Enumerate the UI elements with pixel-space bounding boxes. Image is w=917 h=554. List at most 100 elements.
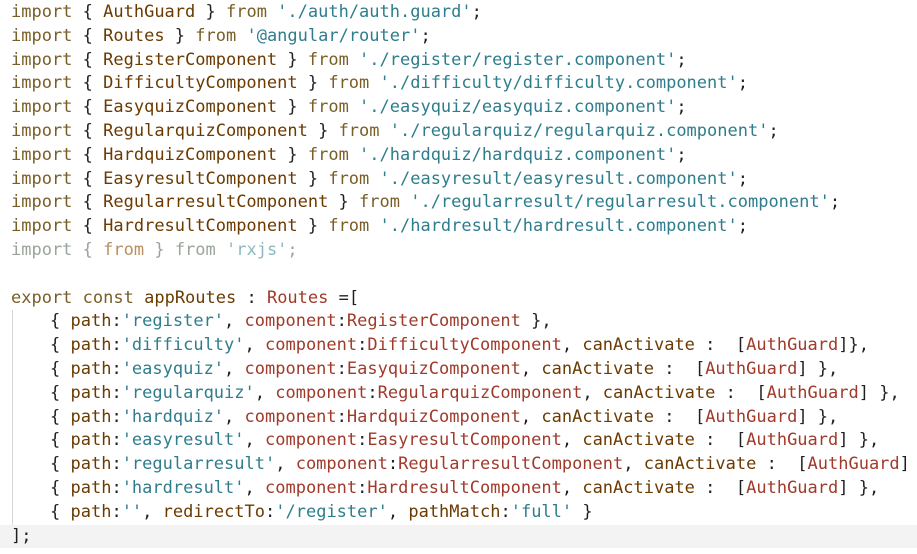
- code-line[interactable]: { path:'hardresult', component:Hardresul…: [0, 476, 917, 501]
- bracket-open: [: [735, 335, 747, 356]
- from-keyword: from: [328, 168, 370, 189]
- brace-close: }: [328, 192, 360, 213]
- import-keyword: import: [11, 25, 73, 46]
- code-line[interactable]: ​: [0, 263, 917, 287]
- module-path: './regularresult/regularresult.component…: [399, 192, 830, 213]
- code-line[interactable]: { path:'register', component:RegisterCom…: [0, 310, 917, 335]
- colon: :: [111, 501, 122, 522]
- variable-name: appRoutes: [144, 287, 237, 308]
- code-line[interactable]: { path:'regularresult', component:Regula…: [0, 453, 917, 477]
- code-line[interactable]: import { HardresultComponent } from './h…: [0, 215, 917, 239]
- code-line[interactable]: { path:'easyquiz', component:EasyquizCom…: [0, 357, 917, 382]
- import-keyword: import: [11, 97, 73, 118]
- colon: :: [357, 430, 368, 451]
- semicolon: ;: [768, 120, 779, 141]
- brace-open: {: [72, 168, 104, 189]
- colon: :: [653, 406, 695, 427]
- code-line[interactable]: import { DifficultyComponent } from './d…: [0, 72, 917, 96]
- bracket-close: ]: [838, 477, 849, 498]
- brace-open: {: [50, 335, 71, 356]
- code-line[interactable]: import { RegisterComponent } from './reg…: [0, 49, 917, 73]
- code-line[interactable]: { path:'difficulty', component:Difficult…: [0, 334, 917, 358]
- module-path: './hardquiz/hardquiz.component': [348, 144, 677, 165]
- comma: ,: [275, 454, 296, 475]
- from-keyword: from: [328, 73, 370, 94]
- bracket-open: [: [756, 382, 767, 403]
- component-value: RegularquizComponent: [377, 382, 583, 403]
- colon: :: [336, 311, 347, 332]
- comma: ,: [224, 311, 245, 332]
- brace-open: {: [50, 382, 71, 403]
- semicolon: ;: [420, 25, 431, 46]
- brace-open: {: [50, 406, 71, 427]
- semicolon: ;: [471, 2, 482, 22]
- semicolon: ;: [676, 144, 687, 165]
- from-keyword: from: [307, 97, 349, 118]
- guard-value: AuthGuard: [807, 454, 900, 475]
- code-line[interactable]: { path:'hardquiz', component:HardquizCom…: [0, 405, 917, 430]
- import-keyword: import: [11, 192, 73, 213]
- path-value: 'difficulty': [121, 335, 245, 356]
- comma: ,: [561, 335, 583, 356]
- brace-close: }: [572, 501, 593, 522]
- from-keyword: from: [338, 120, 380, 141]
- brace-open: {: [72, 120, 104, 141]
- code-line[interactable]: import { from } from 'rxjs';: [0, 239, 917, 263]
- code-line[interactable]: { path:'regularquiz', component:Regularq…: [0, 381, 917, 406]
- bracket-close: ]: [858, 382, 869, 403]
- bracket-close: ]: [797, 406, 808, 427]
- type-name: Routes: [266, 287, 329, 308]
- code-editor[interactable]: import { AuthGuard } from './auth/auth.g…: [0, 0, 917, 554]
- brace-close: }: [164, 25, 196, 46]
- module-path: '@angular/router': [236, 25, 421, 46]
- code-line[interactable]: import { AuthGuard } from './auth/auth.g…: [0, 1, 917, 25]
- brace-close: }: [297, 168, 329, 189]
- bracket-close: ]: [797, 358, 808, 379]
- from-keyword: from: [225, 2, 267, 22]
- pathmatch-value: 'full': [510, 501, 573, 522]
- code-line[interactable]: { path:'easyresult', component:Easyresul…: [0, 429, 917, 454]
- import-keyword: import: [11, 120, 73, 141]
- component-value: EasyresultComponent: [367, 430, 562, 451]
- module-path: './auth/auth.guard': [266, 2, 472, 22]
- comma: ,: [387, 501, 409, 522]
- code-line[interactable]: import { RegularresultComponent } from '…: [0, 191, 917, 215]
- colon: :: [336, 406, 347, 427]
- indent-guide: [12, 500, 13, 525]
- semicolon: ;: [829, 192, 841, 213]
- canactivate-key: canActivate: [582, 335, 695, 356]
- import-keyword: import: [11, 73, 73, 94]
- imported-symbol: EasyquizComponent: [103, 97, 278, 118]
- brace-close: }: [277, 49, 308, 70]
- imported-symbol: HardquizComponent: [103, 144, 278, 165]
- module-path: './easyresult/easyresult.component': [369, 168, 738, 189]
- colon: :: [336, 358, 347, 379]
- code-line[interactable]: { path:'', redirectTo:'/register', pathM…: [0, 500, 917, 525]
- code-line[interactable]: import { Routes } from '@angular/router'…: [0, 25, 917, 49]
- code-line[interactable]: export const appRoutes : Routes =[: [0, 287, 917, 311]
- bracket-close: ]: [838, 430, 849, 451]
- canactivate-key: canActivate: [643, 454, 757, 475]
- indent-guide: [12, 476, 13, 501]
- code-line[interactable]: import { EasyresultComponent } from './e…: [0, 168, 917, 192]
- path-key: path: [70, 358, 112, 379]
- colon: :: [111, 311, 122, 332]
- code-line[interactable]: ];: [0, 524, 917, 549]
- brace-close: },: [848, 335, 869, 356]
- from-keyword: from: [359, 192, 400, 213]
- code-line[interactable]: import { EasyquizComponent } from './eas…: [0, 96, 917, 120]
- indent-guide: [12, 429, 13, 454]
- component-value: HardquizComponent: [346, 406, 521, 427]
- indent-guide: [12, 405, 13, 430]
- path-key: path: [70, 382, 112, 403]
- semicolon: ;: [287, 239, 298, 260]
- colon: :: [357, 335, 368, 356]
- semicolon: ;: [676, 97, 687, 118]
- code-line[interactable]: import { RegularquizComponent } from './…: [0, 120, 917, 144]
- from-keyword: from: [328, 216, 370, 237]
- indent-guide: [12, 357, 13, 382]
- colon: :: [694, 430, 736, 451]
- brace-close: },: [807, 406, 839, 427]
- code-line[interactable]: import { HardquizComponent } from './har…: [0, 144, 917, 168]
